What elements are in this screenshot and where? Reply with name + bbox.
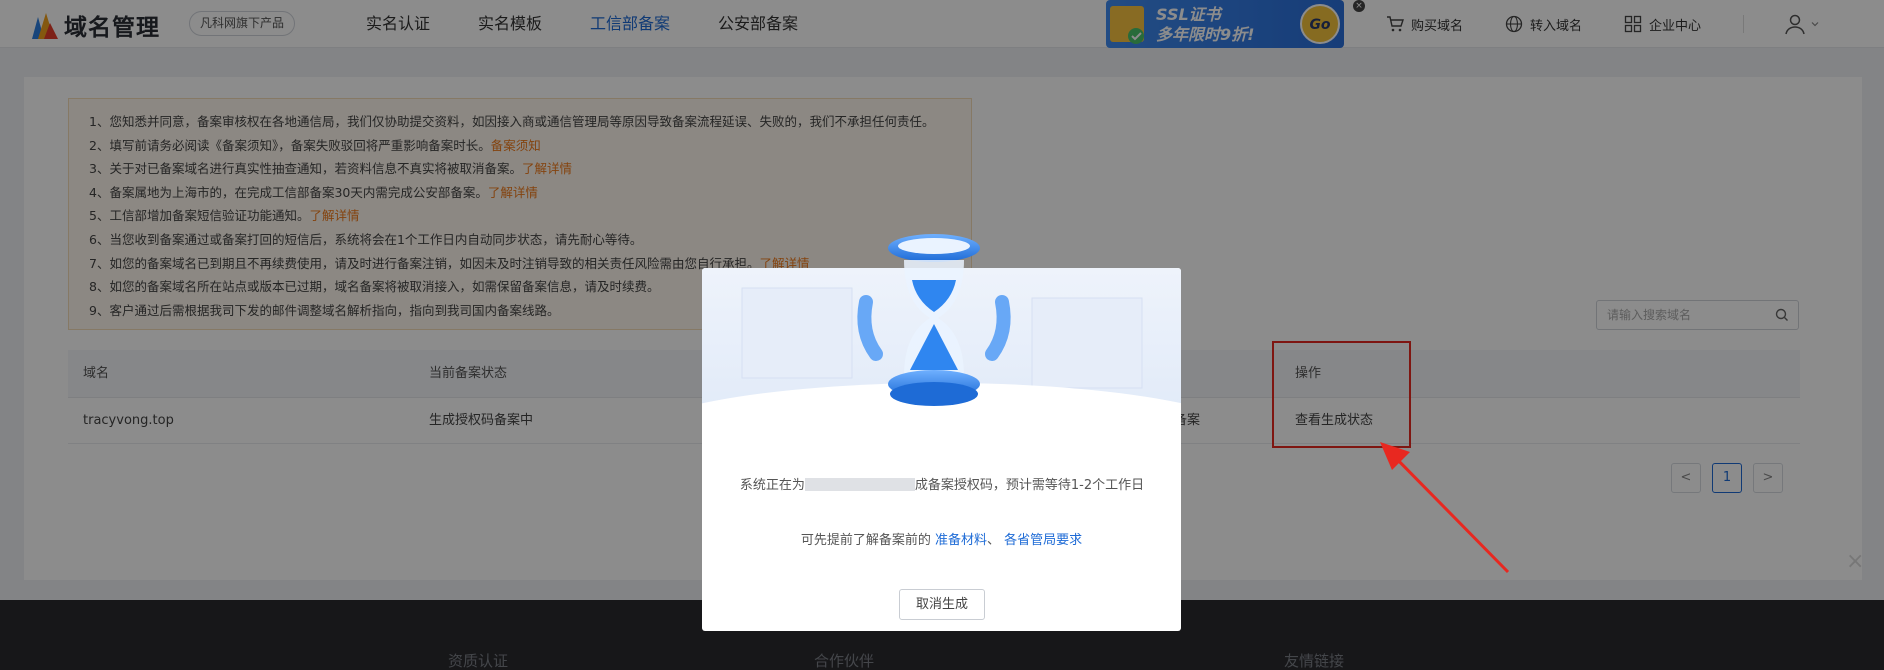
- modal-hint: 可先提前了解备案前的 准备材料、 各省管局要求: [800, 533, 1083, 548]
- redacted-domain: [804, 478, 915, 491]
- annotation-arrow-icon: [1380, 442, 1510, 574]
- modal-message: 系统正在为 成备案授权码，预计需等待1-2个工作日: [739, 478, 1145, 493]
- hourglass-icon: [857, 234, 1011, 406]
- modal-close-button[interactable]: ×: [1846, 551, 1864, 573]
- cancel-generation-button[interactable]: 取消生成: [899, 589, 985, 620]
- prepare-materials-link[interactable]: 准备材料: [935, 533, 987, 548]
- province-requirements-link[interactable]: 各省管局要求: [1004, 533, 1082, 548]
